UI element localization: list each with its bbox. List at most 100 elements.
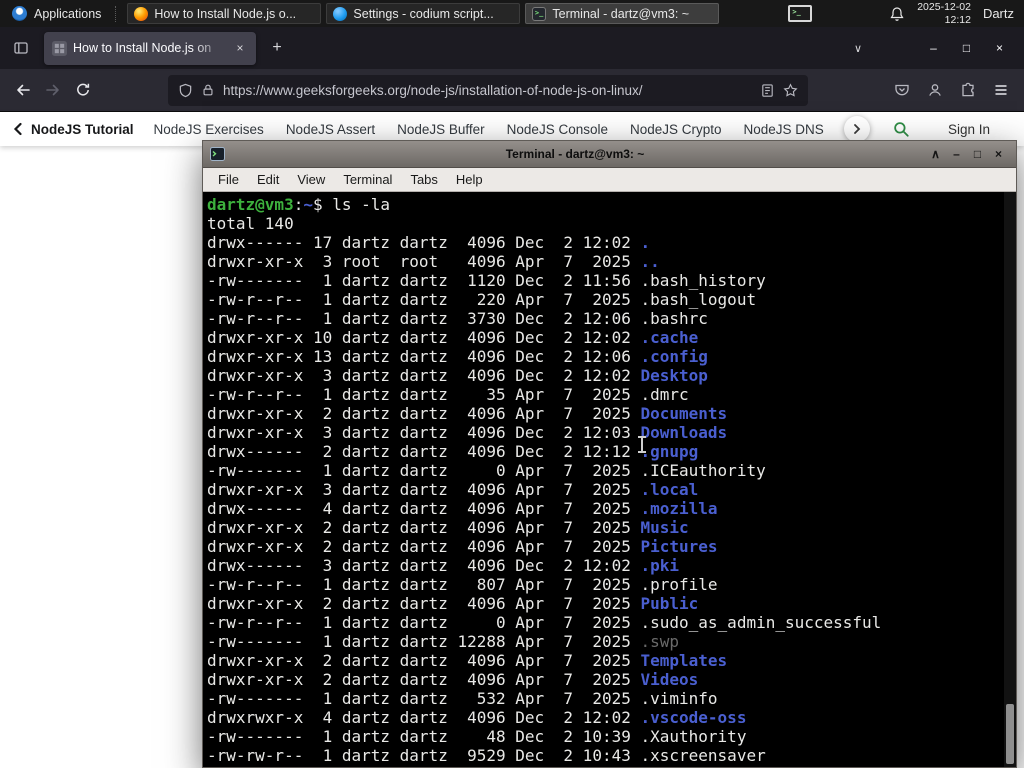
- site-nav-link[interactable]: NodeJS Buffer: [397, 122, 485, 137]
- sign-in-button[interactable]: Sign In: [948, 122, 990, 137]
- mouse-cursor: [637, 436, 647, 453]
- reader-view-icon[interactable]: [760, 83, 775, 98]
- site-nav-home[interactable]: NodeJS Tutorial: [12, 122, 134, 137]
- clock-date: 2025-12-02: [917, 0, 971, 13]
- new-tab-button[interactable]: +: [264, 35, 290, 61]
- terminal-listing-line: drwx------ 3 dartz dartz 4096 Dec 2 12:0…: [207, 556, 1002, 575]
- listing-meta: drwxr-xr-x 2 dartz dartz 4096 Apr 7 2025: [207, 651, 641, 670]
- taskbar-window-title: Terminal - dartz@vm3: ~: [552, 6, 690, 21]
- listing-name: Videos: [640, 670, 699, 689]
- browser-tab[interactable]: How to Install Node.js on ×: [44, 31, 256, 65]
- forward-button[interactable]: [38, 75, 68, 105]
- terminal-minimize-button[interactable]: –: [946, 144, 967, 164]
- site-nav-link[interactable]: NodeJS Assert: [286, 122, 375, 137]
- terminal-menu-terminal[interactable]: Terminal: [334, 172, 401, 187]
- terminal-listing-line: drwxr-xr-x 2 dartz dartz 4096 Apr 7 2025…: [207, 518, 1002, 537]
- terminal-listing-line: drwx------ 4 dartz dartz 4096 Apr 7 2025…: [207, 499, 1002, 518]
- url-text[interactable]: https://www.geeksforgeeks.org/node-js/in…: [223, 83, 752, 98]
- terminal-close-button[interactable]: ×: [988, 144, 1009, 164]
- terminal-scrollbar-thumb[interactable]: [1006, 704, 1014, 764]
- terminal-title-bar[interactable]: Terminal - dartz@vm3: ~ ∧ – □ ×: [203, 141, 1016, 168]
- refresh-button[interactable]: [68, 75, 98, 105]
- terminal-listing-line: -rw------- 1 dartz dartz 532 Apr 7 2025 …: [207, 689, 1002, 708]
- extensions-icon[interactable]: [953, 75, 983, 105]
- terminal-listing-line: -rw------- 1 dartz dartz 48 Dec 2 10:39 …: [207, 727, 1002, 746]
- listing-meta: -rw-r--r-- 1 dartz dartz 807 Apr 7 2025: [207, 575, 641, 594]
- browser-minimize-button[interactable]: –: [917, 33, 950, 63]
- terminal-window-controls: ∧ – □ ×: [925, 144, 1009, 164]
- listing-name: .xscreensaver: [640, 746, 766, 765]
- terminal-listing-line: -rw------- 1 dartz dartz 0 Apr 7 2025 .I…: [207, 461, 1002, 480]
- lock-icon[interactable]: [201, 83, 215, 97]
- terminal-menu-file[interactable]: File: [209, 172, 248, 187]
- bookmark-star-icon[interactable]: [783, 82, 798, 98]
- search-icon[interactable]: [890, 118, 912, 140]
- firefox-view-button[interactable]: [8, 35, 34, 61]
- taskbar-clock[interactable]: 2025-12-02 12:12: [917, 1, 971, 26]
- taskbar-user-label[interactable]: Dartz: [983, 6, 1014, 21]
- terminal-menu-bar: File Edit View Terminal Tabs Help: [203, 168, 1016, 192]
- terminal-output[interactable]: dartz@vm3:~$ ls -la total 140 drwx------…: [203, 192, 1016, 767]
- terminal-listing-line: drwxr-xr-x 13 dartz dartz 4096 Dec 2 12:…: [207, 347, 1002, 366]
- account-icon[interactable]: [920, 75, 950, 105]
- site-nav-link[interactable]: NodeJS DNS: [744, 122, 824, 137]
- taskbar-right: 2025-12-02 12:12 Dartz: [889, 1, 1016, 26]
- site-nav-scroll-right-button[interactable]: [843, 116, 870, 142]
- listing-meta: drwxr-xr-x 3 root root 4096 Apr 7 2025: [207, 252, 641, 271]
- tab-list-chevron-icon[interactable]: ∨: [845, 35, 871, 61]
- terminal-listing-line: drwxrwxr-x 4 dartz dartz 4096 Dec 2 12:0…: [207, 708, 1002, 727]
- listing-meta: drwxr-xr-x 3 dartz dartz 4096 Dec 2 12:0…: [207, 366, 641, 385]
- prompt-command: $ ls -la: [312, 195, 391, 214]
- listing-name: .ICEauthority: [640, 461, 766, 480]
- notification-bell-icon[interactable]: [889, 6, 905, 22]
- back-button[interactable]: [8, 75, 38, 105]
- terminal-scrollbar[interactable]: [1004, 192, 1016, 767]
- terminal-listing-line: -rw-r--r-- 1 dartz dartz 35 Apr 7 2025 .…: [207, 385, 1002, 404]
- terminal-listing-line: drwxr-xr-x 3 dartz dartz 4096 Apr 7 2025…: [207, 480, 1002, 499]
- terminal-menu-view[interactable]: View: [288, 172, 334, 187]
- listing-name: .local: [640, 480, 699, 499]
- pocket-icon[interactable]: [887, 75, 917, 105]
- taskbar-window-title: Settings - codium script...: [353, 6, 494, 21]
- listing-meta: drwxr-xr-x 3 dartz dartz 4096 Apr 7 2025: [207, 480, 641, 499]
- terminal-listing-line: -rw-r--r-- 1 dartz dartz 807 Apr 7 2025 …: [207, 575, 1002, 594]
- terminal-menu-help[interactable]: Help: [447, 172, 492, 187]
- browser-maximize-button[interactable]: □: [950, 33, 983, 63]
- tab-close-icon[interactable]: ×: [232, 40, 248, 56]
- terminal-maximize-button[interactable]: □: [967, 144, 988, 164]
- applications-menu-icon: [12, 6, 27, 21]
- terminal-menu-tabs[interactable]: Tabs: [401, 172, 446, 187]
- site-nav-link[interactable]: NodeJS Console: [507, 122, 608, 137]
- applications-menu-button[interactable]: Applications: [8, 0, 105, 27]
- terminal-menu-edit[interactable]: Edit: [248, 172, 288, 187]
- terminal-listing-line: -rw------- 1 dartz dartz 12288 Apr 7 202…: [207, 632, 1002, 651]
- codium-icon: [333, 6, 348, 21]
- terminal-listing-line: drwxr-xr-x 2 dartz dartz 4096 Apr 7 2025…: [207, 404, 1002, 423]
- tray-terminal-button[interactable]: [785, 3, 815, 25]
- site-nav-link[interactable]: NodeJS Crypto: [630, 122, 722, 137]
- tracking-shield-icon[interactable]: [178, 83, 193, 98]
- taskbar-window-terminal[interactable]: Terminal - dartz@vm3: ~: [525, 3, 720, 24]
- firefox-icon: [134, 6, 149, 21]
- browser-close-button[interactable]: ×: [983, 33, 1016, 63]
- listing-meta: drwxrwxr-x 4 dartz dartz 4096 Dec 2 12:0…: [207, 708, 641, 727]
- terminal-shade-button[interactable]: ∧: [925, 144, 946, 164]
- taskbar-window-firefox[interactable]: How to Install Node.js o...: [127, 3, 322, 24]
- menu-hamburger-icon[interactable]: [986, 75, 1016, 105]
- applications-menu-label: Applications: [34, 6, 102, 21]
- tray-terminal-icon: [788, 5, 813, 22]
- terminal-listing: drwx------ 17 dartz dartz 4096 Dec 2 12:…: [207, 233, 1002, 765]
- terminal-prompt-line: dartz@vm3:~$ ls -la: [207, 195, 1002, 214]
- terminal-listing-line: drwxr-xr-x 3 root root 4096 Apr 7 2025 .…: [207, 252, 1002, 271]
- site-nav-link[interactable]: NodeJS Exercises: [154, 122, 264, 137]
- listing-meta: -rw-r--r-- 1 dartz dartz 3730 Dec 2 12:0…: [207, 309, 641, 328]
- terminal-listing-line: drwxr-xr-x 3 dartz dartz 4096 Dec 2 12:0…: [207, 423, 1002, 442]
- listing-name: .dmrc: [640, 385, 689, 404]
- browser-toolbar: https://www.geeksforgeeks.org/node-js/in…: [0, 69, 1024, 112]
- listing-name: .profile: [640, 575, 718, 594]
- url-bar[interactable]: https://www.geeksforgeeks.org/node-js/in…: [168, 74, 808, 106]
- listing-name: .: [640, 233, 651, 252]
- listing-name: Pictures: [640, 537, 718, 556]
- taskbar-window-codium[interactable]: Settings - codium script...: [326, 3, 521, 24]
- terminal-listing-line: drwx------ 17 dartz dartz 4096 Dec 2 12:…: [207, 233, 1002, 252]
